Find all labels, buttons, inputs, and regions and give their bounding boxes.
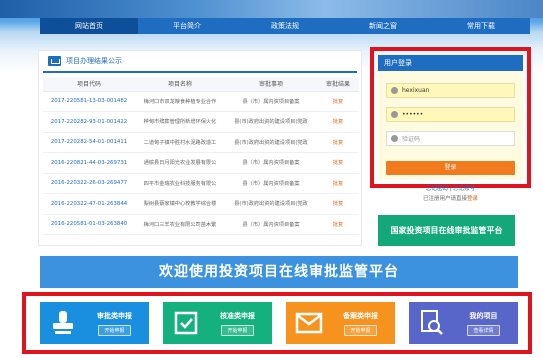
user-icon (391, 87, 398, 94)
checkbox-icon (169, 306, 203, 340)
row-code[interactable]: 2016-220581-01-03-263840 (43, 214, 135, 235)
row-result: 批复 (317, 214, 359, 235)
row-name: 梨树县蔡家镇中心校教学综合楼 (135, 193, 225, 215)
nav-item-news[interactable]: 新闻之窗 (334, 18, 432, 34)
col-header-result: 审批结果 (317, 77, 359, 92)
row-code[interactable]: 2017-220581-13-03-001482 (43, 91, 135, 112)
row-result: 批复 (317, 173, 359, 194)
table-row[interactable]: 2017-220282-54-01-001411 二道甸子镇中胜村水泥路改造工 … (43, 132, 359, 153)
row-result: 批复 (317, 111, 359, 133)
table-row[interactable]: 2016-220322-26-03-269477 四平市金瑞农业科技服务有限公 … (43, 173, 359, 194)
table-row[interactable]: 2016-220821-44-03-269731 通榆县日月阳光农业发展有限公 … (43, 152, 359, 174)
tile-filing[interactable]: 备案类申报 开始申报 (286, 302, 395, 344)
tile-title: 核准类申报 (220, 311, 255, 320)
row-name: 四平市金瑞农业科技服务有限公 (135, 173, 225, 194)
table-row[interactable]: 2017-220581-13-03-001482 梅河口市双龙粮食种植专业合作 … (43, 91, 359, 112)
row-item: 县（市）属内资项目备案 (225, 214, 317, 235)
search-doc-icon (415, 306, 449, 340)
recover-links[interactable]: 忘记密码 | 忘记账号 (378, 184, 523, 192)
row-code[interactable]: 2017-220282-93-01-001422 (43, 111, 135, 133)
tile-title: 备案类申报 (343, 311, 378, 320)
nav-item-downloads[interactable]: 常用下载 (432, 18, 530, 34)
username-field[interactable]: hexixuan (386, 83, 515, 98)
tile-verification[interactable]: 核准类申报 开始申报 (163, 302, 272, 344)
tile-start-button[interactable]: 开始申报 (221, 324, 254, 336)
row-name: 通榆县日月阳光农业发展有限公 (135, 152, 225, 174)
row-code[interactable]: 2016-220322-26-03-269477 (43, 173, 135, 194)
row-code[interactable]: 2017-220282-54-01-001411 (43, 132, 135, 153)
monitor-icon (48, 56, 61, 66)
nav-item-policy[interactable]: 政策法规 (236, 18, 334, 34)
stamp-icon (46, 306, 80, 340)
results-title: 项目办理结果公示 (66, 57, 122, 65)
password-value: •••••• (402, 111, 424, 118)
col-header-code: 项目代码 (43, 77, 135, 92)
welcome-banner: 欢迎使用投资项目在线审批监管平台 (40, 256, 518, 288)
row-item: 县(市)政府出资的建设项目(党政 (225, 193, 317, 215)
password-field[interactable]: •••••• (386, 107, 515, 122)
row-result: 批复 (317, 132, 359, 153)
tile-title: 审批类申报 (97, 311, 132, 320)
platform-promo-card[interactable]: 国家投资项目在线审批监管平台 (378, 215, 515, 246)
tile-title: 我的项目 (469, 311, 498, 320)
col-header-item: 审批事项 (225, 77, 317, 92)
row-name: 梅河口市双龙粮食种植专业合作 (135, 91, 225, 112)
captcha-placeholder: 验证码 (402, 136, 421, 143)
captcha-field[interactable]: 验证码 (386, 131, 515, 146)
row-item: 县(市)政府出资的建设项目(党政 (225, 111, 317, 133)
nav-item-intro[interactable]: 平台简介 (138, 18, 236, 34)
results-panel: 项目办理结果公示 项目代码 项目名称 审批事项 审批结果 2017-220581… (38, 50, 362, 246)
results-header: 项目办理结果公示 (43, 51, 357, 73)
row-item: 县（市）属内资项目备案 (225, 152, 317, 174)
header-sky-banner (0, 0, 543, 18)
mail-icon (292, 306, 326, 340)
login-title: 用户登录 (378, 55, 523, 71)
tile-approval[interactable]: 审批类申报 开始申报 (40, 302, 149, 344)
tile-start-button[interactable]: 开始申报 (344, 324, 377, 336)
shield-icon (391, 135, 398, 142)
lock-icon (391, 111, 398, 118)
login-button[interactable]: 登录 (386, 161, 515, 175)
col-header-name: 项目名称 (135, 77, 225, 92)
row-name: 二道甸子镇中胜村水泥路改造工 (135, 132, 225, 153)
table-row[interactable]: 2016-220581-01-03-263840 梅河口三羊农业有限公司苗木繁 … (43, 214, 359, 235)
main-nav: 网站首页 平台简介 政策法规 新闻之窗 常用下载 (40, 18, 530, 34)
row-item: 县（市）属内资项目备案 (225, 91, 317, 112)
login-note: 已注册用户请直接登录 (422, 196, 479, 202)
table-header-row: 项目代码 项目名称 审批事项 审批结果 (43, 77, 359, 92)
login-note-link[interactable]: 登录 (467, 196, 478, 202)
table-row[interactable]: 2017-220282-93-01-001422 桦甸市殡葬管理所新增环保火化 … (43, 111, 359, 133)
results-table: 项目代码 项目名称 审批事项 审批结果 2017-220581-13-03-00… (43, 77, 359, 235)
row-code[interactable]: 2016-220322-47-01-263844 (43, 193, 135, 215)
row-item: 县(市)政府出资的建设项目(党政 (225, 132, 317, 153)
row-item: 县（市）属内资项目备案 (225, 173, 317, 194)
login-footer: 忘记密码 | 忘记账号 已注册用户请直接登录 (378, 184, 523, 202)
row-code[interactable]: 2016-220821-44-03-269731 (43, 152, 135, 174)
login-box: 用户登录 hexixuan •••••• 验证码 登录 (378, 55, 523, 180)
row-result: 批复 (317, 193, 359, 215)
tile-start-button[interactable]: 开始申报 (98, 324, 131, 336)
nav-item-home[interactable]: 网站首页 (40, 18, 138, 34)
row-result: 批复 (317, 91, 359, 112)
tile-my-projects[interactable]: 我的项目 查看详情 (409, 302, 518, 344)
row-name: 梅河口三羊农业有限公司苗木繁 (135, 214, 225, 235)
row-name: 桦甸市殡葬管理所新增环保火化 (135, 111, 225, 133)
tile-view-button[interactable]: 查看详情 (467, 324, 500, 336)
username-value: hexixuan (402, 87, 430, 94)
table-row[interactable]: 2016-220322-47-01-263844 梨树县蔡家镇中心校教学综合楼 … (43, 193, 359, 215)
row-result: 批复 (317, 152, 359, 174)
